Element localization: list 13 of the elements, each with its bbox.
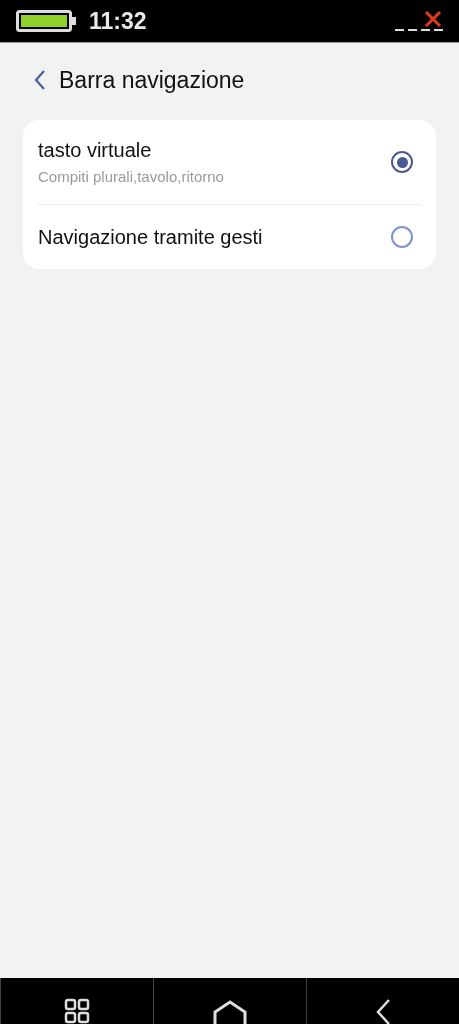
recent-apps-button[interactable] (64, 998, 90, 1024)
window-controls-icon (395, 10, 443, 32)
home-button[interactable] (213, 1000, 247, 1024)
back-button[interactable] (33, 69, 47, 91)
back-nav-button[interactable] (374, 998, 392, 1024)
radio-button[interactable] (391, 226, 413, 248)
option-description: Compiti plurali,tavolo,ritorno (38, 168, 225, 185)
battery-icon (16, 10, 77, 32)
option-label: tasto virtuale (38, 139, 153, 162)
status-time: 11:32 (89, 7, 147, 35)
radio-button[interactable] (391, 151, 413, 173)
page-title: Barra navigazione (59, 66, 245, 94)
option-label: Navigazione tramite gesti (38, 225, 264, 249)
